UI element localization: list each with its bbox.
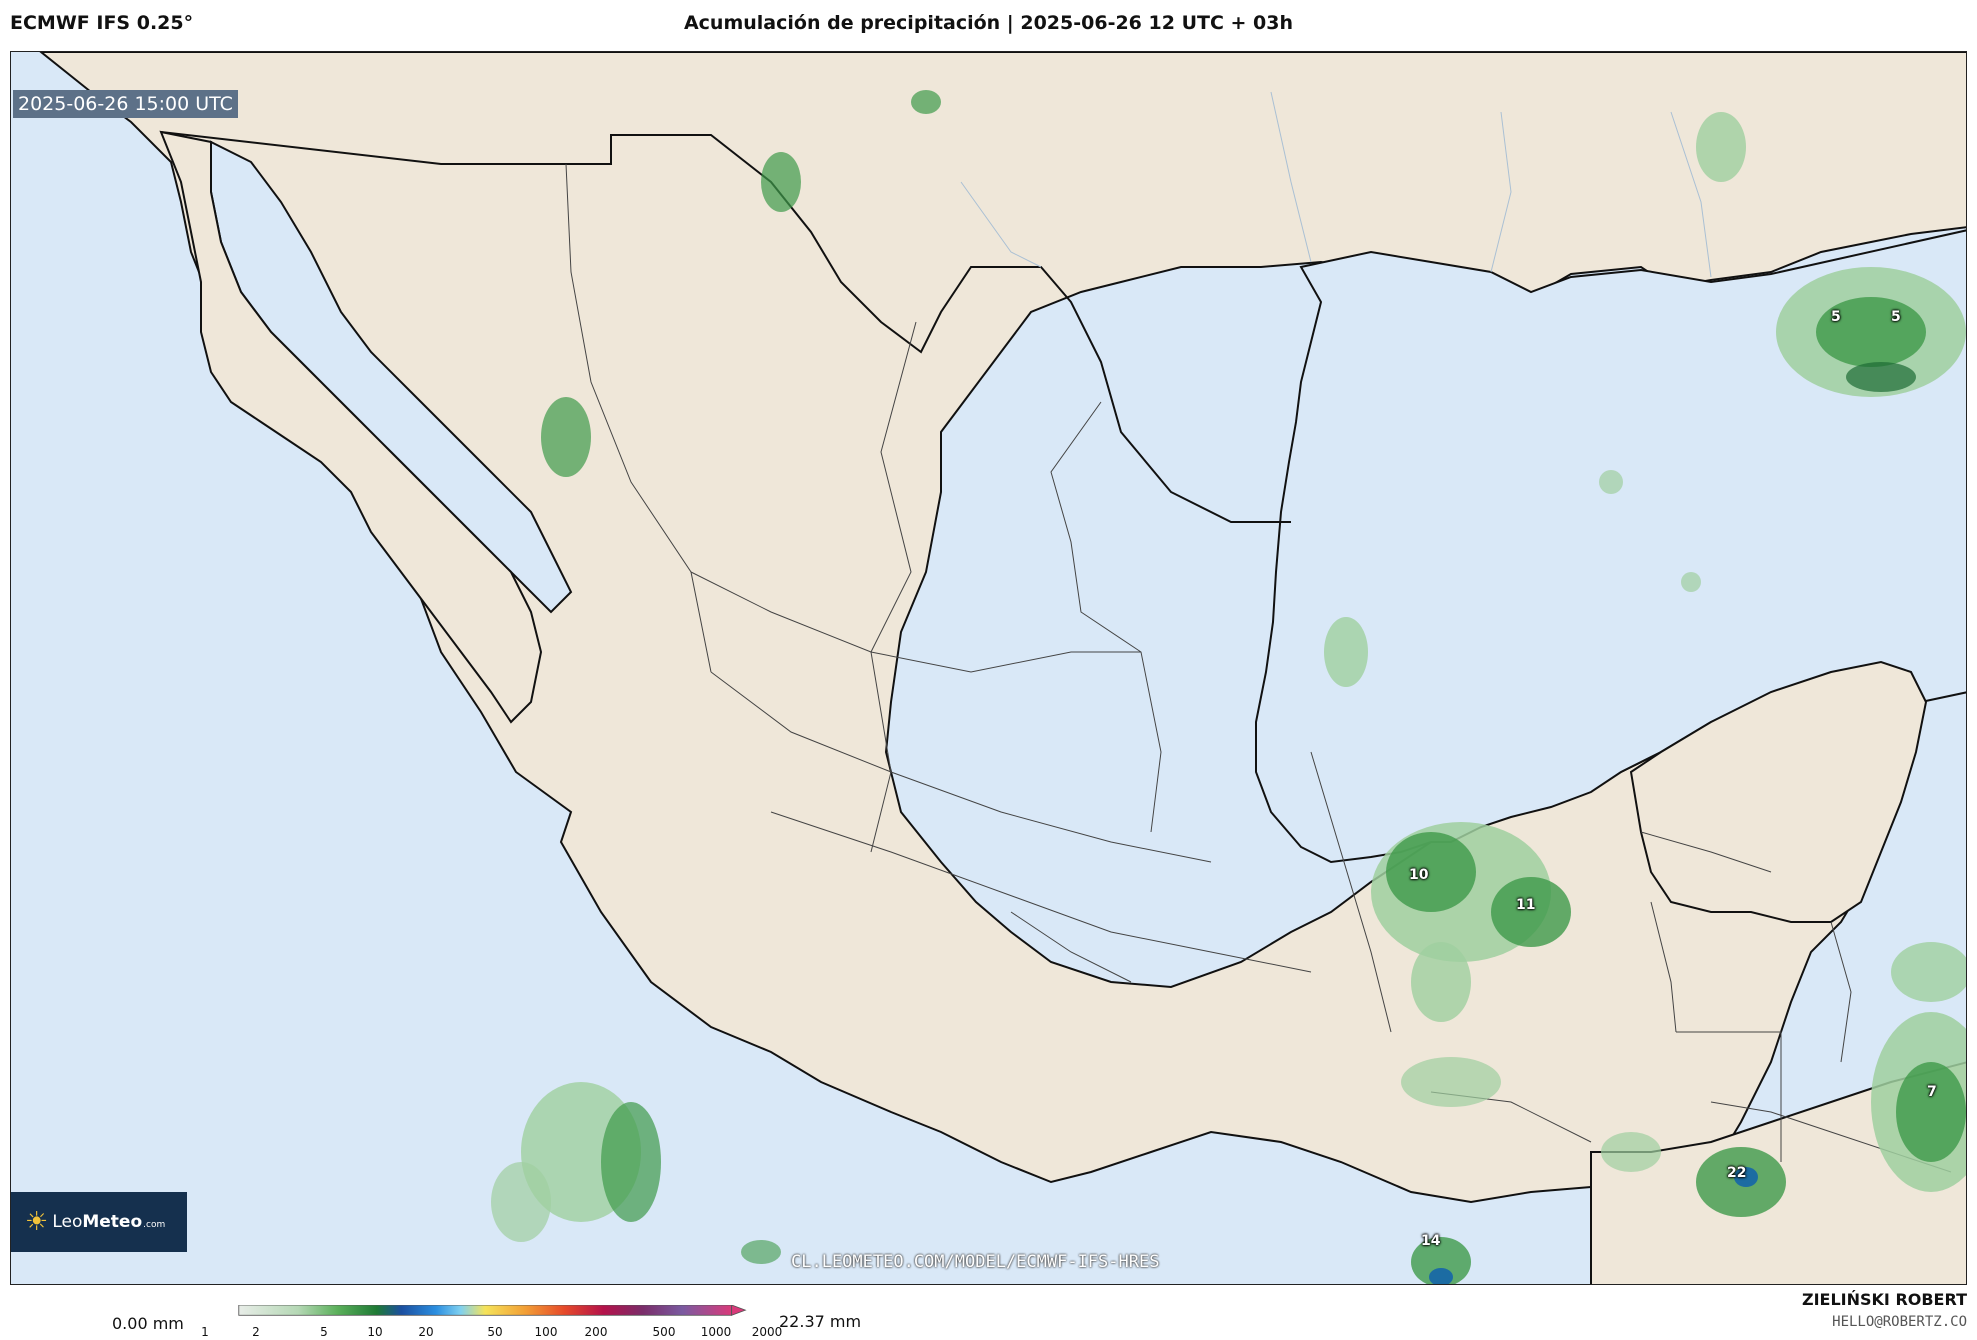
colorbar-tick-label: 10 — [367, 1325, 383, 1339]
precip-value-label: 5 — [1891, 309, 1901, 325]
legend-min-label: 0.00 mm — [112, 1314, 184, 1333]
precip-value-label: 10 — [1409, 867, 1429, 883]
colorbar-tick-label: 2 — [252, 1325, 260, 1339]
source-watermark: CL.LEOMETEO.COM/MODEL/ECMWF-IFS-HRES — [791, 1252, 1160, 1272]
colorbar-tick-label: 20 — [418, 1325, 434, 1339]
colorbar-tick-label: 50 — [487, 1325, 503, 1339]
legend-max-label: 22.37 mm — [779, 1312, 862, 1331]
sun-icon: ☀ — [25, 1207, 49, 1237]
colorbar-tick-label: 5 — [320, 1325, 328, 1339]
colorbar-tick-label: 200 — [584, 1325, 608, 1339]
precip-value-label: 7 — [1927, 1084, 1937, 1100]
leometeo-logo[interactable]: ☀ LeoMeteo.com — [11, 1192, 187, 1252]
precip-value-label: 22 — [1727, 1165, 1747, 1181]
precip-value-label: 14 — [1421, 1233, 1441, 1249]
precip-value-label: 5 — [1831, 309, 1841, 325]
colorbar-tick-label: 1000 — [700, 1325, 732, 1339]
precip-value-label: 11 — [1516, 897, 1536, 913]
logo-wordmark: LeoMeteo.com — [52, 1212, 166, 1232]
colorbar-tick-label: 100 — [534, 1325, 558, 1339]
valid-time-badge: 2025-06-26 15:00 UTC — [13, 90, 238, 118]
author-name: ZIELIŃSKI ROBERT — [1801, 1290, 1967, 1309]
map-canvas — [39, 52, 1966, 1284]
author-email[interactable]: HELLO@ROBERTZ.CO — [1832, 1314, 1967, 1330]
precip-colorbar — [238, 1305, 747, 1316]
precipitation-map[interactable]: 2025-06-26 15:00 UTC 5 5 10 11 7 22 14 ☀… — [10, 51, 1967, 1285]
colorbar-tick-label: 500 — [652, 1325, 676, 1339]
map-title: Acumulación de precipitación | 2025-06-2… — [683, 12, 1294, 34]
colorbar-tick-label: 1 — [201, 1325, 209, 1339]
colorbar-tick-label: 2000 — [751, 1325, 783, 1339]
